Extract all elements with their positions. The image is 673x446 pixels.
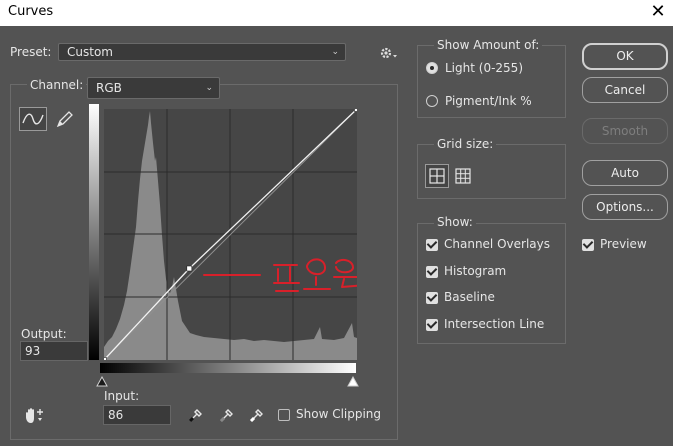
- curves-graph[interactable]: [104, 109, 357, 360]
- histogram-checkbox[interactable]: [426, 266, 438, 278]
- targeted-adjustment-hand-icon[interactable]: [22, 406, 46, 426]
- curve-point-tool[interactable]: [19, 107, 47, 131]
- preview-label: Preview: [600, 237, 647, 251]
- curve-control-point-0[interactable]: [104, 357, 107, 361]
- channel-label: Channel:: [27, 78, 87, 92]
- channel-dropdown[interactable]: RGB ⌄: [87, 77, 220, 99]
- channel-value: RGB: [96, 81, 122, 95]
- pencil-tool[interactable]: [54, 108, 76, 130]
- input-field[interactable]: 86: [103, 405, 171, 425]
- show-clipping-label: Show Clipping: [296, 407, 382, 421]
- options-button[interactable]: Options...: [582, 194, 668, 220]
- show-clipping-checkbox[interactable]: [278, 409, 290, 421]
- pencil-icon: [56, 111, 73, 128]
- preset-value: Custom: [67, 45, 113, 59]
- preset-dropdown[interactable]: Custom ⌄: [58, 43, 346, 61]
- chevron-down-icon: ⌄: [331, 47, 339, 57]
- black-point-slider[interactable]: [96, 376, 108, 387]
- close-icon[interactable]: ✕: [647, 1, 669, 23]
- preset-label: Preset:: [10, 45, 52, 59]
- black-eyedropper-icon[interactable]: [186, 405, 206, 425]
- grid-size-legend: Grid size:: [434, 137, 497, 151]
- histogram-label: Histogram: [444, 264, 507, 278]
- show-amount-legend: Show Amount of:: [434, 38, 543, 52]
- light-radio-label: Light (0-255): [445, 61, 523, 75]
- output-field[interactable]: 93: [20, 341, 88, 361]
- curve-tool-icon: [22, 113, 44, 125]
- window-title: Curves: [8, 4, 54, 19]
- input-gradient-bar: [100, 363, 356, 373]
- cancel-button[interactable]: Cancel: [582, 77, 668, 103]
- baseline-label: Baseline: [444, 290, 495, 304]
- input-label: Input:: [104, 389, 140, 403]
- preview-checkbox[interactable]: [582, 239, 594, 251]
- intersection-line-checkbox[interactable]: [426, 319, 438, 331]
- show-legend: Show:: [434, 215, 476, 229]
- gear-icon[interactable]: [378, 44, 400, 62]
- detailed-grid-button[interactable]: [452, 165, 474, 187]
- ok-button[interactable]: OK: [582, 43, 668, 70]
- curve-control-point-2[interactable]: [354, 109, 358, 112]
- grid-10-icon: [455, 168, 471, 184]
- output-label: Output:: [21, 327, 67, 341]
- baseline-checkbox[interactable]: [426, 292, 438, 304]
- output-gradient-bar: [89, 104, 99, 360]
- channel-overlays-checkbox[interactable]: [426, 239, 438, 251]
- gray-eyedropper-icon[interactable]: [217, 405, 237, 425]
- pigment-ink-radio-label: Pigment/Ink %: [445, 94, 532, 108]
- auto-button[interactable]: Auto: [582, 160, 668, 186]
- white-eyedropper-icon[interactable]: [247, 405, 267, 425]
- light-radio[interactable]: [426, 62, 438, 74]
- white-point-slider[interactable]: [347, 376, 359, 387]
- chevron-down-icon: ⌄: [205, 83, 213, 93]
- smooth-button[interactable]: Smooth: [582, 118, 668, 144]
- simple-grid-button[interactable]: [425, 164, 449, 188]
- intersection-line-label: Intersection Line: [444, 317, 545, 331]
- curve-control-point-1[interactable]: [186, 265, 193, 272]
- channel-overlays-label: Channel Overlays: [444, 237, 550, 251]
- grid-4-icon: [429, 168, 445, 184]
- title-bar: Curves ✕: [0, 0, 673, 26]
- pigment-ink-radio[interactable]: [426, 95, 438, 107]
